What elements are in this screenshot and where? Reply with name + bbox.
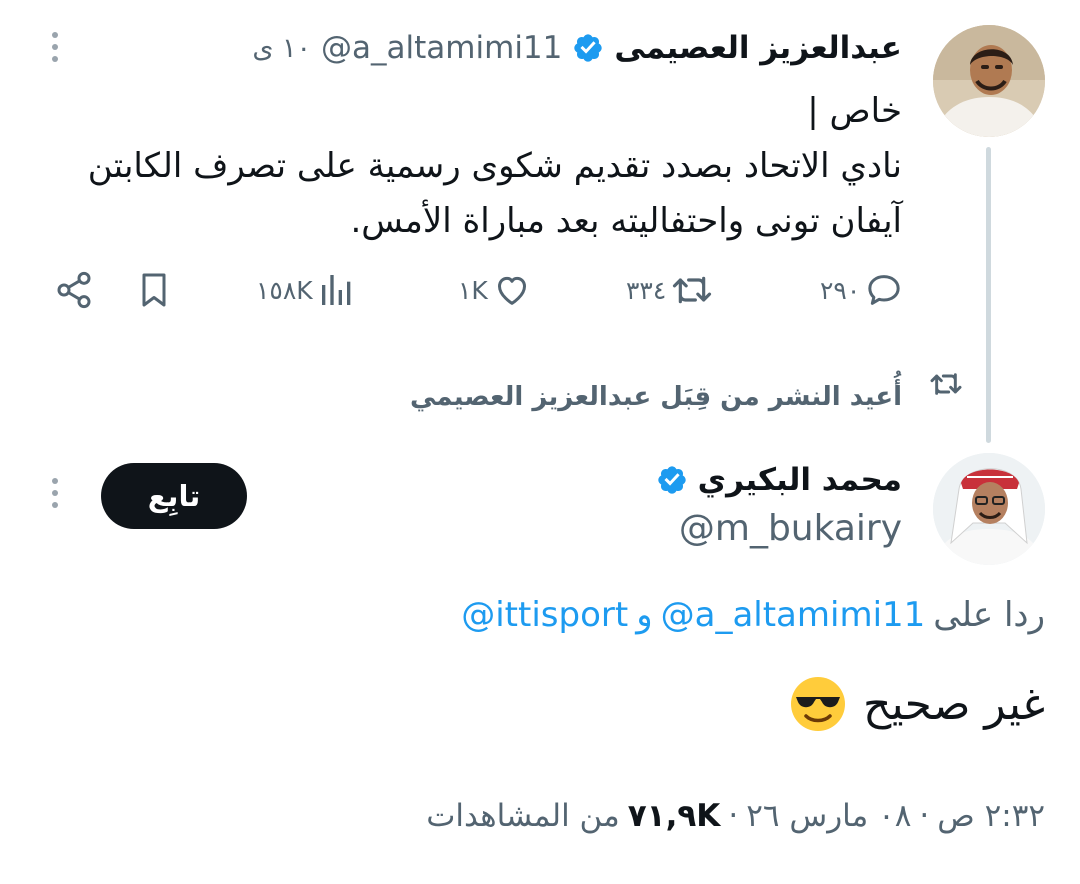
repost-icon [928,368,964,404]
likes-count: ١K [458,275,488,305]
tweet-time[interactable]: ١٠ ى [252,33,311,64]
repost-label[interactable]: أُعيد النشر من قِبَل عبدالعزيز العصيمي [410,382,902,412]
tweet-body-text: غير صحيح [863,678,1045,730]
share-icon [54,270,94,310]
tweet1-text: خاص | نادي الاتحاد بصدد تقديم شكوى رسمية… [42,84,902,249]
views-count: ٧١,٩K [627,798,721,834]
tweet2-header: محمد البكيري [656,462,902,498]
tweet-text-line: آيفان تونى واحتفاليته بعد مباراة الأمس. [350,201,902,241]
views-count: ١٥٨K [256,275,313,305]
reposts-count: ٣٣٤ [626,275,667,305]
tweet-text-line: خاص | [807,91,902,131]
thread-connector-line [986,147,991,443]
mention-conjunction: و [636,595,653,635]
tweet-date[interactable]: ٠٨ مارس ٢٦ [746,798,911,834]
more-vertical-icon[interactable] [50,478,60,508]
tweet-timestamp[interactable]: ٢:٣٢ ص [937,798,1045,834]
tweet-action-bar: ١٥٨K ١K ٣٣٤ ٢٩٠ [50,262,910,318]
more-vertical-icon[interactable] [50,32,60,62]
verified-badge-icon [656,464,688,496]
author-display-name[interactable]: عبدالعزيز العصيمى [614,30,902,66]
sunglasses-emoji-icon [789,675,847,733]
repost-label-text: أُعيد النشر من قِبَل عبدالعزيز العصيمي [410,382,902,412]
author-handle[interactable]: @a_altamimi11 [321,30,562,66]
views-button[interactable]: ١٥٨K [256,262,357,318]
follow-button[interactable]: تابِع [101,463,247,529]
tweet-text-line: نادي الاتحاد بصدد تقديم شكوى رسمية على ت… [87,146,902,186]
author-display-name[interactable]: محمد البكيري [698,462,902,498]
meta-separator: · [919,798,930,834]
bookmark-button[interactable] [134,262,174,318]
mention-link[interactable]: @a_altamimi11 [661,595,926,635]
share-button[interactable] [54,262,94,318]
views-label: من المشاهدات [426,798,620,834]
meta-separator: · [728,798,739,834]
tweet2-text: غير صحيح [789,675,1045,733]
verified-badge-icon [572,32,604,64]
heart-icon [492,270,532,310]
author-avatar[interactable] [933,25,1045,137]
replies-count: ٢٩٠ [820,275,861,305]
author-avatar[interactable] [933,453,1045,565]
replying-to-line: ردا على @a_altamimi11 و @ittisport [461,595,1045,635]
mention-link[interactable]: @ittisport [461,595,628,635]
reply-prefix: ردا على [933,595,1045,635]
tweet1-header: عبدالعزيز العصيمى @a_altamimi11 ١٠ ى [252,24,902,72]
reply-button[interactable]: ٢٩٠ [820,262,904,318]
bookmark-icon [134,270,174,310]
like-button[interactable]: ١K [458,262,532,318]
reply-icon [864,270,904,310]
tweet-meta: ٢:٣٢ ص · ٠٨ مارس ٢٦ · ٧١,٩K من المشاهدات [426,798,1045,834]
repost-button[interactable]: ٣٣٤ [626,262,714,318]
views-chart-icon [317,270,357,310]
author-handle[interactable]: @m_bukairy [679,508,902,549]
repost-icon [670,270,714,310]
